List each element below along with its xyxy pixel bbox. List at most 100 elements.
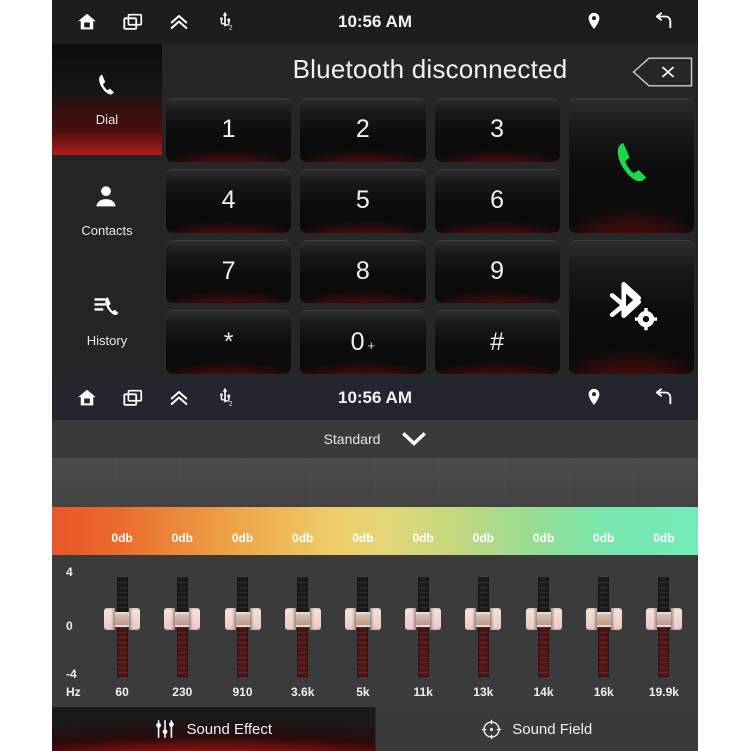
status-bar-top: 2 10:56 AM <box>52 0 698 44</box>
eq-band-frequency: 13k <box>473 685 494 699</box>
eq-band-frequency: 11k <box>413 685 433 699</box>
eq-band-thumb[interactable] <box>403 608 443 630</box>
bluetooth-settings-button[interactable] <box>568 239 694 374</box>
location-pin-icon[interactable] <box>584 387 606 409</box>
eq-band-thumb[interactable] <box>223 608 263 630</box>
axis-label-zero: 0 <box>66 619 73 633</box>
key-label: 6 <box>490 186 505 215</box>
eq-band-value: 0db <box>532 531 555 545</box>
spectrum-column <box>634 458 698 507</box>
eq-band[interactable]: 0db 60 <box>92 531 152 707</box>
tab-sound-field[interactable]: Sound Field <box>375 707 698 751</box>
eq-band[interactable]: 0db 19.9k <box>634 531 694 707</box>
dialpad-key-7[interactable]: 7 <box>166 239 292 304</box>
dialpad-key-0[interactable]: 0 + <box>300 310 426 374</box>
eq-band[interactable]: 0db 3.6k <box>273 531 333 707</box>
back-icon[interactable] <box>652 11 674 33</box>
equalizer-screen: 2 10:56 AM Standard 4 0 -4 Hz 0db 60 0db… <box>52 376 698 751</box>
sidebar-item-label: History <box>86 333 128 349</box>
dialpad-key-9[interactable]: 9 <box>434 239 560 304</box>
home-icon[interactable] <box>76 11 98 33</box>
status-bar-left-icons: 2 <box>76 11 236 33</box>
sidebar-item-label: Dial <box>95 111 119 127</box>
tab-label: Sound Field <box>512 720 593 738</box>
spectrum-column <box>246 458 311 507</box>
recents-icon[interactable] <box>122 11 144 33</box>
equalizer-axis: 4 0 -4 Hz <box>56 555 92 707</box>
dialpad-key-8[interactable]: 8 <box>300 239 426 304</box>
eq-band-thumb[interactable] <box>463 608 503 630</box>
eq-band[interactable]: 0db 14k <box>513 531 573 707</box>
usb-icon[interactable]: 2 <box>214 11 236 33</box>
spectrum-column <box>52 458 117 507</box>
back-icon[interactable] <box>652 387 674 409</box>
axis-label-unit: Hz <box>66 685 81 699</box>
sidebar-item-contacts[interactable]: Contacts <box>52 155 162 266</box>
eq-band-frequency: 16k <box>593 685 614 699</box>
axis-label-max: 4 <box>66 565 73 579</box>
sidebar-item-label: Contacts <box>81 222 133 238</box>
tab-sound-effect[interactable]: Sound Effect <box>52 707 375 751</box>
preset-selector[interactable]: Standard <box>52 420 698 458</box>
location-pin-icon[interactable] <box>584 11 606 33</box>
recents-icon[interactable] <box>122 387 144 409</box>
dialpad-key-5[interactable]: 5 <box>300 168 426 233</box>
spectrum-column <box>311 458 376 507</box>
spectrum-column <box>570 458 635 507</box>
eq-band-thumb[interactable] <box>162 608 202 630</box>
dialpad-keys: 1 2 3 4 5 6 7 8 9 * 0 + # <box>166 98 694 374</box>
call-history-icon <box>92 293 122 323</box>
chevron-up-double-icon[interactable] <box>168 387 190 409</box>
eq-band-value: 0db <box>171 531 193 545</box>
eq-band[interactable]: 0db 5k <box>333 531 393 707</box>
dialpad-area: Bluetooth disconnected 1 2 3 4 5 6 7 8 9… <box>162 44 698 376</box>
eq-band-frequency: 910 <box>232 685 253 699</box>
eq-band[interactable]: 0db 910 <box>212 531 272 707</box>
eq-band-thumb[interactable] <box>584 608 624 630</box>
key-label: 1 <box>221 115 236 144</box>
eq-band[interactable]: 0db 230 <box>152 531 212 707</box>
eq-band-thumb[interactable] <box>343 608 383 630</box>
dialpad-key-4[interactable]: 4 <box>166 168 292 233</box>
dialer-screen: 2 10:56 AM Dial Contacts History Bluetoo… <box>52 0 698 376</box>
backspace-button[interactable] <box>630 56 694 88</box>
eq-band-value: 0db <box>653 531 675 545</box>
chevron-down-icon[interactable] <box>402 431 427 447</box>
eq-band-thumb[interactable] <box>283 608 323 630</box>
key-label: 2 <box>355 115 370 144</box>
eq-band[interactable]: 0db 11k <box>393 531 453 707</box>
eq-band[interactable]: 0db 13k <box>453 531 513 707</box>
key-label: 7 <box>221 256 236 285</box>
eq-band-thumb[interactable] <box>524 608 564 630</box>
dialpad-key-3[interactable]: 3 <box>434 98 560 162</box>
eq-band-thumb[interactable] <box>102 608 142 630</box>
svg-text:2: 2 <box>229 25 233 32</box>
status-bar-bottom: 2 10:56 AM <box>52 376 698 420</box>
eq-band-value: 0db <box>111 531 133 545</box>
dialpad-key-1[interactable]: 1 <box>166 98 292 162</box>
sidebar-item-history[interactable]: History <box>52 265 162 376</box>
tab-label: Sound Effect <box>186 720 273 738</box>
eq-band-value: 0db <box>593 531 615 545</box>
usb-icon[interactable]: 2 <box>214 387 236 409</box>
dialpad-key-hash[interactable]: # <box>434 310 560 374</box>
dialpad-key-6[interactable]: 6 <box>434 168 560 233</box>
key-label: # <box>490 327 505 356</box>
dialpad-key-star[interactable]: * <box>166 310 292 374</box>
status-bar-right-icons <box>584 11 674 33</box>
sidebar-item-dial[interactable]: Dial <box>52 44 162 155</box>
sound-field-icon <box>481 719 502 740</box>
call-button[interactable] <box>568 98 694 233</box>
eq-band[interactable]: 0db 16k <box>574 531 634 707</box>
spectrum-display <box>52 458 698 507</box>
axis-label-min: -4 <box>66 667 77 681</box>
equalizer-panel: 4 0 -4 Hz 0db 60 0db 230 0db 910 0db 3.6… <box>52 531 698 707</box>
dialpad-key-2[interactable]: 2 <box>300 98 426 162</box>
spectrum-column <box>440 458 505 507</box>
eq-band-thumb[interactable] <box>644 608 684 630</box>
eq-band-frequency: 60 <box>115 685 129 699</box>
home-icon[interactable] <box>76 387 98 409</box>
chevron-up-double-icon[interactable] <box>168 11 190 33</box>
key-label: 5 <box>355 186 370 215</box>
status-bar-left-icons: 2 <box>76 387 236 409</box>
